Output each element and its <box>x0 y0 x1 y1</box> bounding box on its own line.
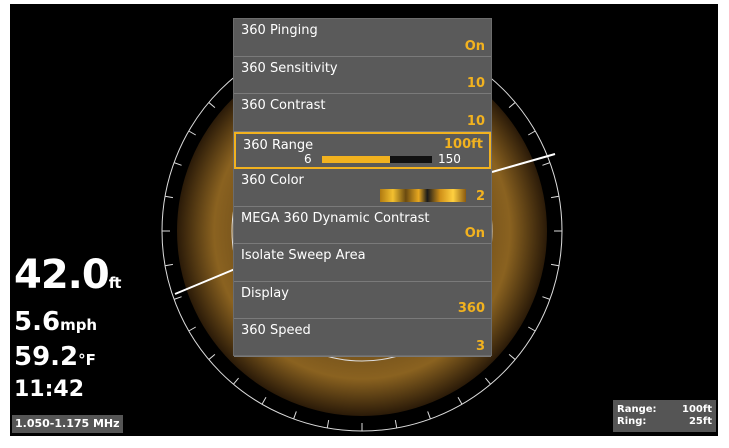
menu-item-label: MEGA 360 Dynamic Contrast <box>241 210 430 226</box>
range-max-label: 150 <box>438 151 461 166</box>
range-slider-fill <box>322 155 391 163</box>
speed-readout: 5.6mph <box>14 307 97 337</box>
menu-item-360-color[interactable]: 360 Color 2 <box>234 169 491 207</box>
range-value: 100ft <box>681 404 712 415</box>
menu-item-value: 360 <box>457 301 485 316</box>
menu-item-mega-360-dynamic-contrast[interactable]: MEGA 360 Dynamic Contrast On <box>234 207 491 244</box>
ring-tick <box>188 326 196 332</box>
ring-tick <box>208 354 216 360</box>
menu-item-value: On <box>464 226 485 241</box>
menu-item-label: 360 Pinging <box>241 23 318 38</box>
ring-tick <box>528 326 536 332</box>
menu-item-360-contrast[interactable]: 360 Contrast 10 <box>234 94 491 132</box>
menu-item-label: 360 Sensitivity <box>241 60 338 76</box>
menu-item-360-sensitivity[interactable]: 360 Sensitivity 10 <box>234 57 491 94</box>
ring-tick <box>485 377 491 385</box>
color-palette-swatch <box>380 189 466 202</box>
frequency-readout: 1.050-1.175 MHz <box>12 415 123 433</box>
ring-tick <box>164 195 174 199</box>
menu-item-value: 10 <box>466 76 485 91</box>
ring-tick <box>233 377 239 385</box>
menu-item-label: 360 Speed <box>241 323 311 338</box>
temperature-readout: 59.2°F <box>14 342 96 372</box>
ring-tick <box>173 296 182 300</box>
ring-tick <box>394 419 398 429</box>
temperature-value: 59.2 <box>14 342 79 372</box>
menu-item-label: 360 Color <box>241 173 304 188</box>
menu-item-value: 100ft <box>443 136 483 152</box>
menu-item-value: 3 <box>475 338 485 354</box>
ring-tick <box>528 130 536 136</box>
ring-tick <box>164 263 174 267</box>
ring-label: Ring: <box>617 416 647 427</box>
sonar-settings-menu: 360 Pinging On 360 Sensitivity 10 360 Contra… <box>233 18 492 357</box>
menu-item-value: 10 <box>466 113 485 129</box>
ring-value: 25ft <box>688 416 712 427</box>
temperature-unit: °F <box>78 351 96 369</box>
speed-unit: mph <box>60 316 98 334</box>
menu-item-isolate-sweep-area[interactable]: Isolate Sweep Area <box>234 244 491 282</box>
ring-tick <box>550 263 560 267</box>
menu-item-label: 360 Range <box>243 137 314 153</box>
ring-tick <box>508 354 516 360</box>
menu-item-display[interactable]: Display 360 <box>234 282 491 319</box>
depth-unit: ft <box>108 274 122 292</box>
depth-readout: 42.0ft <box>14 252 122 298</box>
time-readout: 11:42 <box>14 377 85 402</box>
ring-tick <box>457 397 463 405</box>
menu-item-360-range[interactable]: 360 Range 100ft 6 150 <box>234 131 491 169</box>
ring-tick <box>427 411 431 420</box>
menu-item-label: 360 Contrast <box>241 98 326 113</box>
sonar-screen: 360 Pinging On 360 Sensitivity 10 360 Contra… <box>10 4 718 436</box>
speed-value: 5.6 <box>14 307 61 337</box>
ring-tick <box>326 419 330 429</box>
ring-tick <box>293 411 297 420</box>
ring-tick <box>508 102 516 108</box>
range-min-label: 6 <box>304 151 312 166</box>
range-ring-info: Range: 100ft Ring: 25ft <box>613 400 716 432</box>
ring-tick <box>208 102 216 108</box>
menu-item-360-pinging[interactable]: 360 Pinging On <box>234 19 491 57</box>
ring-tick <box>261 397 267 405</box>
ring-tick <box>542 296 551 300</box>
range-label: Range: <box>617 404 657 415</box>
range-slider[interactable] <box>322 155 432 163</box>
menu-item-label: Isolate Sweep Area <box>241 248 366 263</box>
menu-item-value: 2 <box>475 188 485 204</box>
ring-tick <box>542 162 551 166</box>
menu-item-value: On <box>464 38 485 54</box>
menu-item-360-speed[interactable]: 360 Speed 3 <box>234 319 491 357</box>
menu-item-label: Display <box>241 285 289 301</box>
ring-tick <box>188 130 196 136</box>
ring-tick <box>173 162 182 166</box>
ring-tick <box>550 195 560 199</box>
depth-value: 42.0 <box>14 252 110 298</box>
